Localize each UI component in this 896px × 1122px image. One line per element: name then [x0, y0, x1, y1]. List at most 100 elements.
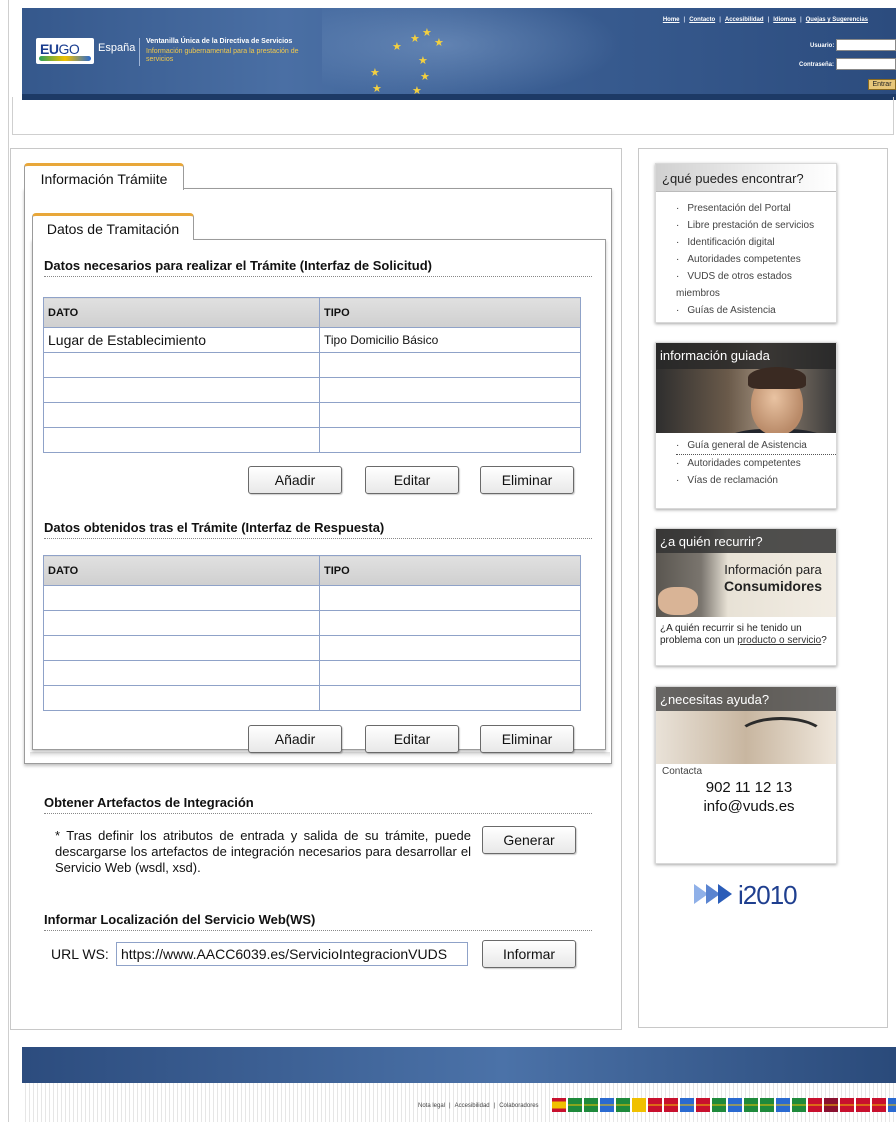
- column-header-tipo: TIPO: [319, 297, 581, 328]
- list-item[interactable]: Vías de reclamación: [676, 472, 836, 489]
- cell-dato: Lugar de Establecimiento: [43, 327, 320, 353]
- link-home[interactable]: Home: [663, 17, 680, 23]
- link-accesibilidad[interactable]: Accesibilidad: [725, 17, 764, 23]
- cell-tipo: [319, 660, 581, 686]
- region-flag-icon[interactable]: [600, 1098, 614, 1112]
- eugo-logo[interactable]: EUGO: [36, 38, 94, 64]
- region-flag-icon[interactable]: [680, 1098, 694, 1112]
- list-item[interactable]: Libre prestación de servicios: [676, 217, 836, 234]
- recurrir-question: ¿A quién recurrir si he tenido un proble…: [656, 617, 836, 653]
- table-row[interactable]: [43, 377, 581, 403]
- region-flag-icon[interactable]: [696, 1098, 710, 1112]
- region-flag-icon[interactable]: [776, 1098, 790, 1112]
- region-flag-icon[interactable]: [712, 1098, 726, 1112]
- link-idiomas[interactable]: Idiomas: [773, 17, 796, 23]
- eu-star-icon: ★: [392, 41, 402, 53]
- cell-dato: [43, 635, 320, 661]
- link-contacto[interactable]: Contacto: [689, 17, 715, 23]
- chevron-icon: [718, 884, 732, 904]
- region-flag-icon[interactable]: [632, 1098, 646, 1112]
- table-row[interactable]: [43, 660, 581, 686]
- region-flag-icon[interactable]: [792, 1098, 806, 1112]
- table-header-row: DATO TIPO: [43, 297, 581, 328]
- region-flag-icon[interactable]: [872, 1098, 886, 1112]
- list-item[interactable]: Guía general de Asistencia: [676, 437, 836, 454]
- contact-info: Contacta 902 11 12 13 info@vuds.es: [656, 764, 836, 815]
- region-flag-icon[interactable]: [616, 1098, 630, 1112]
- header-divider: [139, 38, 140, 66]
- table-row[interactable]: [43, 635, 581, 661]
- region-flag-icon[interactable]: [744, 1098, 758, 1112]
- region-flag-icon[interactable]: [888, 1098, 896, 1112]
- contact-phone: 902 11 12 13: [705, 779, 793, 796]
- region-flag-icon[interactable]: [824, 1098, 838, 1112]
- recurrir-banner[interactable]: ¿a quién recurrir? Información para Cons…: [656, 529, 836, 617]
- link-quejas[interactable]: Quejas y Sugerencias: [806, 17, 868, 23]
- list-item[interactable]: Guías de Asistencia: [676, 302, 836, 319]
- url-ws-input[interactable]: https://www.AACC6039.es/ServicioIntegrac…: [116, 942, 468, 966]
- solicitud-add-button[interactable]: Añadir: [248, 466, 342, 494]
- page: EUGO España Ventanilla Única de la Direc…: [0, 0, 896, 1122]
- cell-dato: [43, 352, 320, 378]
- ayuda-box-title: ¿necesitas ayuda?: [660, 692, 770, 707]
- list-item[interactable]: Autoridades competentes: [676, 454, 836, 472]
- table-row[interactable]: Lugar de Establecimiento Tipo Domicilio B…: [43, 327, 581, 353]
- respuesta-delete-button[interactable]: Eliminar: [480, 725, 574, 753]
- login-button[interactable]: Entrar: [868, 79, 896, 90]
- eu-star-icon: ★: [370, 67, 380, 79]
- user-input[interactable]: [836, 39, 896, 51]
- list-item[interactable]: Autoridades competentes: [676, 251, 836, 268]
- i2010-logo[interactable]: i2010: [694, 880, 814, 912]
- region-flag-icon[interactable]: [568, 1098, 582, 1112]
- portal-title: Ventanilla Única de la Directiva de Serv…: [146, 38, 293, 45]
- cell-dato: [43, 377, 320, 403]
- logo-text: EUGO: [40, 41, 80, 57]
- table-row[interactable]: [43, 585, 581, 611]
- consumidores-banner-text: Información para Consumidores: [708, 561, 836, 595]
- region-flag-icon[interactable]: [760, 1098, 774, 1112]
- password-input[interactable]: [836, 58, 896, 70]
- table-row[interactable]: [43, 352, 581, 378]
- guiada-photo: información guiada: [656, 343, 836, 433]
- cell-tipo: [319, 635, 581, 661]
- region-flag-icon[interactable]: [664, 1098, 678, 1112]
- artefactos-description: * Tras definir los atributos de entrada …: [55, 828, 471, 875]
- table-row[interactable]: [43, 610, 581, 636]
- region-flag-icon[interactable]: [808, 1098, 822, 1112]
- respuesta-edit-button[interactable]: Editar: [365, 725, 459, 753]
- informar-button[interactable]: Informar: [482, 940, 576, 968]
- cell-dato: [43, 402, 320, 428]
- cell-dato: [43, 685, 320, 711]
- recurrir-box-title: ¿a quién recurrir?: [660, 534, 763, 549]
- region-flag-icon[interactable]: [584, 1098, 598, 1112]
- link-colaboradores[interactable]: Colaboradores: [499, 1103, 538, 1109]
- tab-datos-tramitacion[interactable]: Datos de Tramitación: [32, 213, 194, 240]
- list-item[interactable]: Presentación del Portal: [676, 200, 836, 217]
- respuesta-add-button[interactable]: Añadir: [248, 725, 342, 753]
- site-footer: Nota legal | Accesibilidad | Colaboradores: [22, 1047, 896, 1122]
- guiada-box-title: información guiada: [660, 348, 770, 363]
- region-flag-icon[interactable]: [840, 1098, 854, 1112]
- list-item[interactable]: VUDS de otros estados miembros: [676, 268, 836, 302]
- region-flag-icon[interactable]: [552, 1098, 566, 1112]
- link-accesibilidad-footer[interactable]: Accesibilidad: [455, 1103, 490, 1109]
- solicitud-delete-button[interactable]: Eliminar: [480, 466, 574, 494]
- link-nota-legal[interactable]: Nota legal: [418, 1103, 445, 1109]
- eu-star-icon: ★: [434, 37, 444, 49]
- contact-email[interactable]: info@vuds.es: [662, 798, 836, 815]
- region-flag-icon[interactable]: [648, 1098, 662, 1112]
- tab-informacion-tramite[interactable]: Información Trámiite: [24, 163, 184, 190]
- top-links: Home | Contacto | Accesibilidad | Idiomas | Quej…: [662, 17, 868, 23]
- table-row[interactable]: [43, 402, 581, 428]
- producto-servicio-link[interactable]: producto o servicio: [737, 635, 821, 646]
- respuesta-section-title: Datos obtenidos tras el Trámite (Interfa…: [44, 520, 592, 539]
- solicitud-edit-button[interactable]: Editar: [365, 466, 459, 494]
- region-flag-icon[interactable]: [856, 1098, 870, 1112]
- region-flag-icon[interactable]: [728, 1098, 742, 1112]
- question-suffix: ?: [821, 635, 827, 646]
- list-item[interactable]: Identificación digital: [676, 234, 836, 251]
- password-label: Contraseña:: [799, 62, 835, 68]
- generar-button[interactable]: Generar: [482, 826, 576, 854]
- table-row[interactable]: [43, 685, 581, 711]
- table-row[interactable]: [43, 427, 581, 453]
